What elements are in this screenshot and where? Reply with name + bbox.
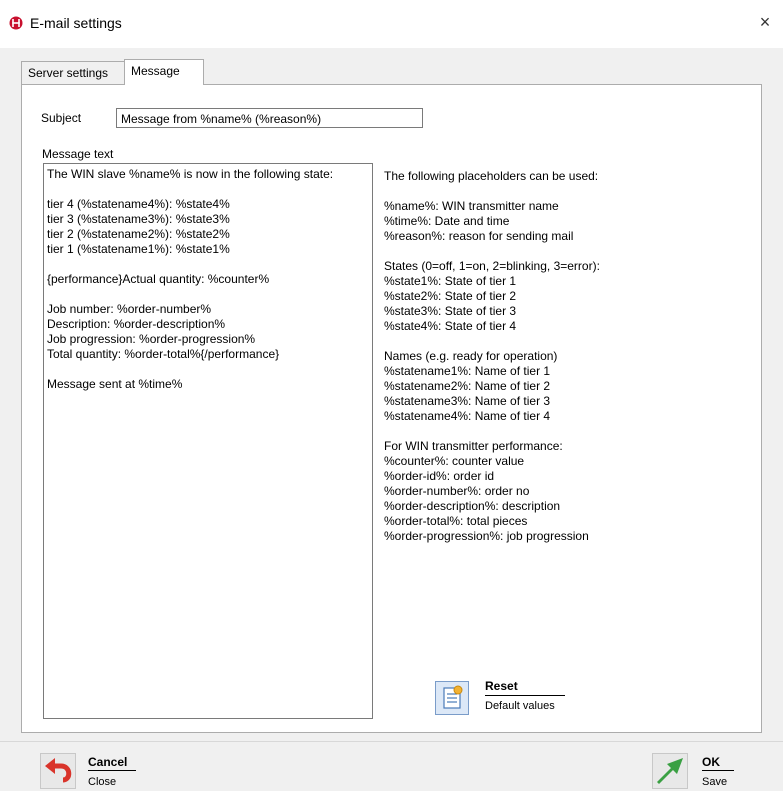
help-line: %state4%: State of tier 4 bbox=[384, 319, 517, 333]
message-line: tier 2 (%statename2%): %state2% bbox=[47, 227, 230, 241]
help-line: %state2%: State of tier 2 bbox=[384, 289, 517, 303]
help-line: %statename1%: Name of tier 1 bbox=[384, 364, 551, 378]
help-line: Names (e.g. ready for operation) bbox=[384, 349, 558, 363]
help-line: %statename4%: Name of tier 4 bbox=[384, 409, 551, 423]
subject-input[interactable]: Message from %name% (%reason%) bbox=[116, 108, 423, 128]
help-line: %time%: Date and time bbox=[384, 214, 510, 228]
app-logo-icon bbox=[9, 16, 23, 30]
ok-underline bbox=[702, 770, 734, 771]
message-line: {performance}Actual quantity: %counter% bbox=[47, 272, 270, 286]
placeholder-help: The following placeholders can be used:%… bbox=[384, 169, 744, 544]
help-line: %order-id%: order id bbox=[384, 469, 495, 483]
cancel-underline bbox=[88, 770, 136, 771]
message-text-label: Message text bbox=[42, 147, 114, 161]
help-line bbox=[384, 424, 744, 439]
help-line: %state3%: State of tier 3 bbox=[384, 304, 517, 318]
help-line: States (0=off, 1=on, 2=blinking, 3=error… bbox=[384, 259, 600, 273]
message-line: tier 4 (%statename4%): %state4% bbox=[47, 197, 230, 211]
help-line: %order-progression%: job progression bbox=[384, 529, 589, 543]
tab-message[interactable]: Message bbox=[124, 59, 204, 85]
message-line: Job progression: %order-progression% bbox=[47, 332, 256, 346]
reset-label: Reset bbox=[485, 679, 518, 693]
message-line bbox=[47, 362, 369, 377]
help-line: The following placeholders can be used: bbox=[384, 169, 599, 183]
message-line: tier 1 (%statename1%): %state1% bbox=[47, 242, 230, 256]
reset-underline bbox=[485, 695, 565, 696]
message-line: tier 3 (%statename3%): %state3% bbox=[47, 212, 230, 226]
reset-sub: Default values bbox=[485, 700, 555, 712]
check-arrow-icon bbox=[652, 753, 688, 789]
help-line bbox=[384, 184, 744, 199]
cancel-label: Cancel bbox=[88, 755, 128, 769]
message-line bbox=[47, 287, 369, 302]
message-line: Total quantity: %order-total%{/performan… bbox=[47, 347, 280, 361]
help-line: %counter%: counter value bbox=[384, 454, 525, 468]
help-line: For WIN transmitter performance: bbox=[384, 439, 563, 453]
help-line: %state1%: State of tier 1 bbox=[384, 274, 517, 288]
close-icon[interactable]: × bbox=[755, 12, 775, 32]
help-line: %statename3%: Name of tier 3 bbox=[384, 394, 551, 408]
message-line: Job number: %order-number% bbox=[47, 302, 212, 316]
message-line bbox=[47, 182, 369, 197]
footer-divider bbox=[0, 741, 783, 742]
message-textarea[interactable]: The WIN slave %name% is now in the follo… bbox=[43, 163, 373, 719]
help-line: %statename2%: Name of tier 2 bbox=[384, 379, 551, 393]
help-line: %order-total%: total pieces bbox=[384, 514, 528, 528]
ok-button[interactable]: OK Save bbox=[652, 753, 752, 789]
reset-button[interactable]: Reset Default values bbox=[435, 679, 570, 721]
help-line bbox=[384, 334, 744, 349]
window-title: E-mail settings bbox=[30, 15, 122, 31]
subject-label: Subject bbox=[41, 111, 82, 125]
document-reset-icon bbox=[435, 681, 469, 715]
help-line: %reason%: reason for sending mail bbox=[384, 229, 574, 243]
cancel-sub: Close bbox=[88, 776, 117, 788]
cancel-button[interactable]: Cancel Close bbox=[40, 753, 160, 789]
ok-label: OK bbox=[702, 755, 720, 769]
undo-arrow-icon bbox=[40, 753, 76, 789]
help-line: %order-description%: description bbox=[384, 499, 561, 513]
message-line: Description: %order-description% bbox=[47, 317, 226, 331]
message-line bbox=[47, 257, 369, 272]
message-panel: Subject Message from %name% (%reason%) M… bbox=[21, 84, 762, 733]
tab-server-settings[interactable]: Server settings bbox=[21, 61, 125, 84]
help-line: %order-number%: order no bbox=[384, 484, 530, 498]
help-line bbox=[384, 244, 744, 259]
title-bar: E-mail settings × bbox=[0, 0, 783, 48]
ok-sub: Save bbox=[702, 776, 728, 788]
message-line: The WIN slave %name% is now in the follo… bbox=[47, 167, 334, 181]
message-line: Message sent at %time% bbox=[47, 377, 183, 391]
help-line: %name%: WIN transmitter name bbox=[384, 199, 559, 213]
